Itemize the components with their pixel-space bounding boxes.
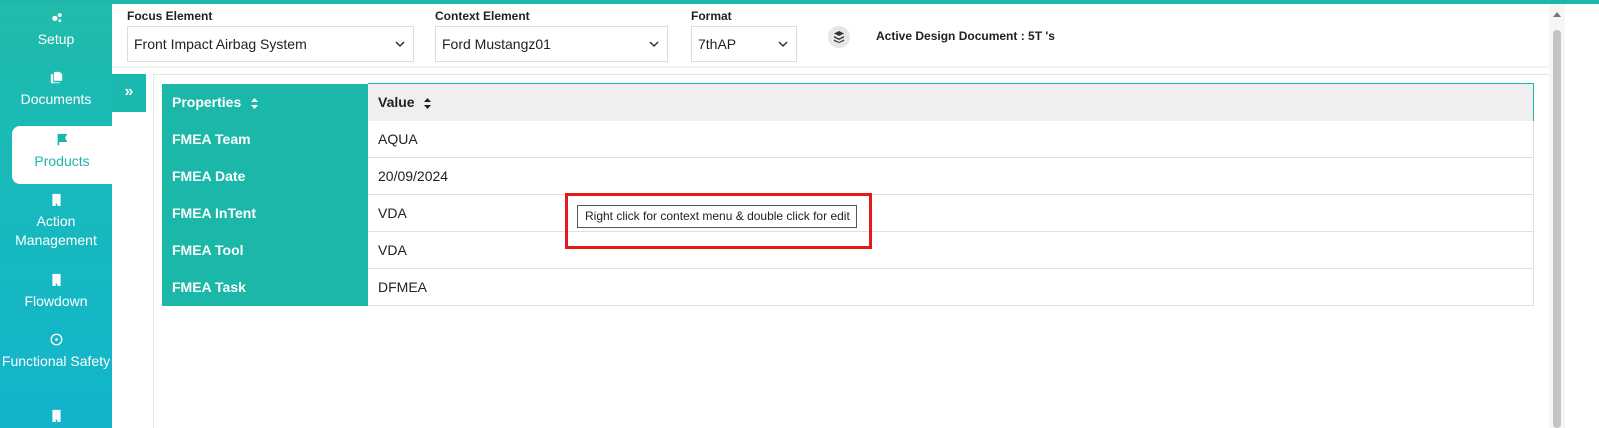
- format-select[interactable]: 7thAP: [691, 26, 797, 62]
- building-icon: [0, 272, 112, 290]
- sidebar: Setup Documents Products Action Manageme…: [0, 4, 112, 428]
- chevron-down-icon: [778, 41, 788, 48]
- value-cell[interactable]: DFMEA: [368, 268, 1534, 306]
- context-element-value: Ford Mustangz01: [442, 36, 551, 52]
- table-header-row: Properties Value: [162, 83, 1534, 121]
- flag-icon: [12, 132, 112, 150]
- sidebar-item-label: Setup: [37, 31, 75, 47]
- chevron-down-icon: [395, 41, 405, 48]
- sidebar-item-functional-safety[interactable]: Functional Safety: [0, 332, 112, 371]
- sidebar-item-label: Action Management: [15, 213, 97, 248]
- column-header-value[interactable]: Value: [368, 83, 1534, 121]
- context-element-label: Context Element: [435, 9, 530, 23]
- sort-icon: [424, 98, 432, 110]
- value-cell[interactable]: 20/09/2024: [368, 157, 1534, 195]
- copy-icon: [0, 70, 112, 88]
- expand-panel-button[interactable]: »: [112, 74, 146, 112]
- property-cell: FMEA Task: [162, 268, 368, 306]
- property-cell: FMEA Date: [162, 157, 368, 195]
- header-divider: [112, 66, 1549, 68]
- focus-element-select[interactable]: Front Impact Airbag System: [127, 26, 414, 62]
- layers-button[interactable]: [828, 26, 850, 48]
- sidebar-item-products[interactable]: Products: [12, 126, 112, 184]
- chevron-down-icon: [649, 41, 659, 48]
- sort-icon: [251, 97, 259, 109]
- value-cell[interactable]: AQUA: [368, 120, 1534, 158]
- property-cell: FMEA Tool: [162, 231, 368, 269]
- radiation-icon: [0, 332, 112, 350]
- sidebar-item-label: Products: [34, 153, 90, 169]
- layers-icon: [834, 31, 844, 43]
- scroll-up-arrow-icon[interactable]: [1553, 12, 1561, 17]
- sidebar-item-label: Flowdown: [24, 293, 88, 309]
- sidebar-item-label: Documents: [20, 91, 92, 107]
- property-cell: FMEA Team: [162, 120, 368, 158]
- table-row[interactable]: FMEA Task DFMEA: [162, 268, 1534, 306]
- table-row[interactable]: FMEA Team AQUA: [162, 120, 1534, 158]
- property-cell: FMEA InTent: [162, 194, 368, 232]
- sidebar-item-action-management[interactable]: Action Management: [0, 192, 112, 250]
- building-icon: [0, 408, 112, 426]
- sidebar-item-documents[interactable]: Documents: [0, 70, 112, 109]
- focus-element-label: Focus Element: [127, 9, 213, 23]
- window-edge: [1565, 4, 1599, 428]
- column-header-properties[interactable]: Properties: [162, 83, 368, 121]
- tooltip: Right click for context menu & double cl…: [577, 205, 857, 228]
- value-cell[interactable]: VDA: [368, 231, 1534, 269]
- sidebar-item-more[interactable]: [0, 408, 112, 428]
- sidebar-item-setup[interactable]: Setup: [0, 10, 112, 49]
- sidebar-item-label: Functional Safety: [1, 353, 111, 369]
- context-element-select[interactable]: Ford Mustangz01: [435, 26, 668, 62]
- table-row[interactable]: FMEA Date 20/09/2024: [162, 157, 1534, 195]
- sidebar-item-flowdown[interactable]: Flowdown: [0, 272, 112, 311]
- format-label: Format: [691, 9, 732, 23]
- value-cell[interactable]: VDA: [368, 194, 1534, 232]
- format-value: 7thAP: [698, 36, 737, 52]
- active-design-document: Active Design Document : 5T 's: [876, 29, 1055, 43]
- scrollbar-thumb[interactable]: [1553, 30, 1561, 428]
- focus-element-value: Front Impact Airbag System: [134, 36, 307, 52]
- gears-icon: [0, 10, 112, 28]
- top-accent-bar: [0, 0, 1599, 4]
- building-icon: [0, 192, 112, 210]
